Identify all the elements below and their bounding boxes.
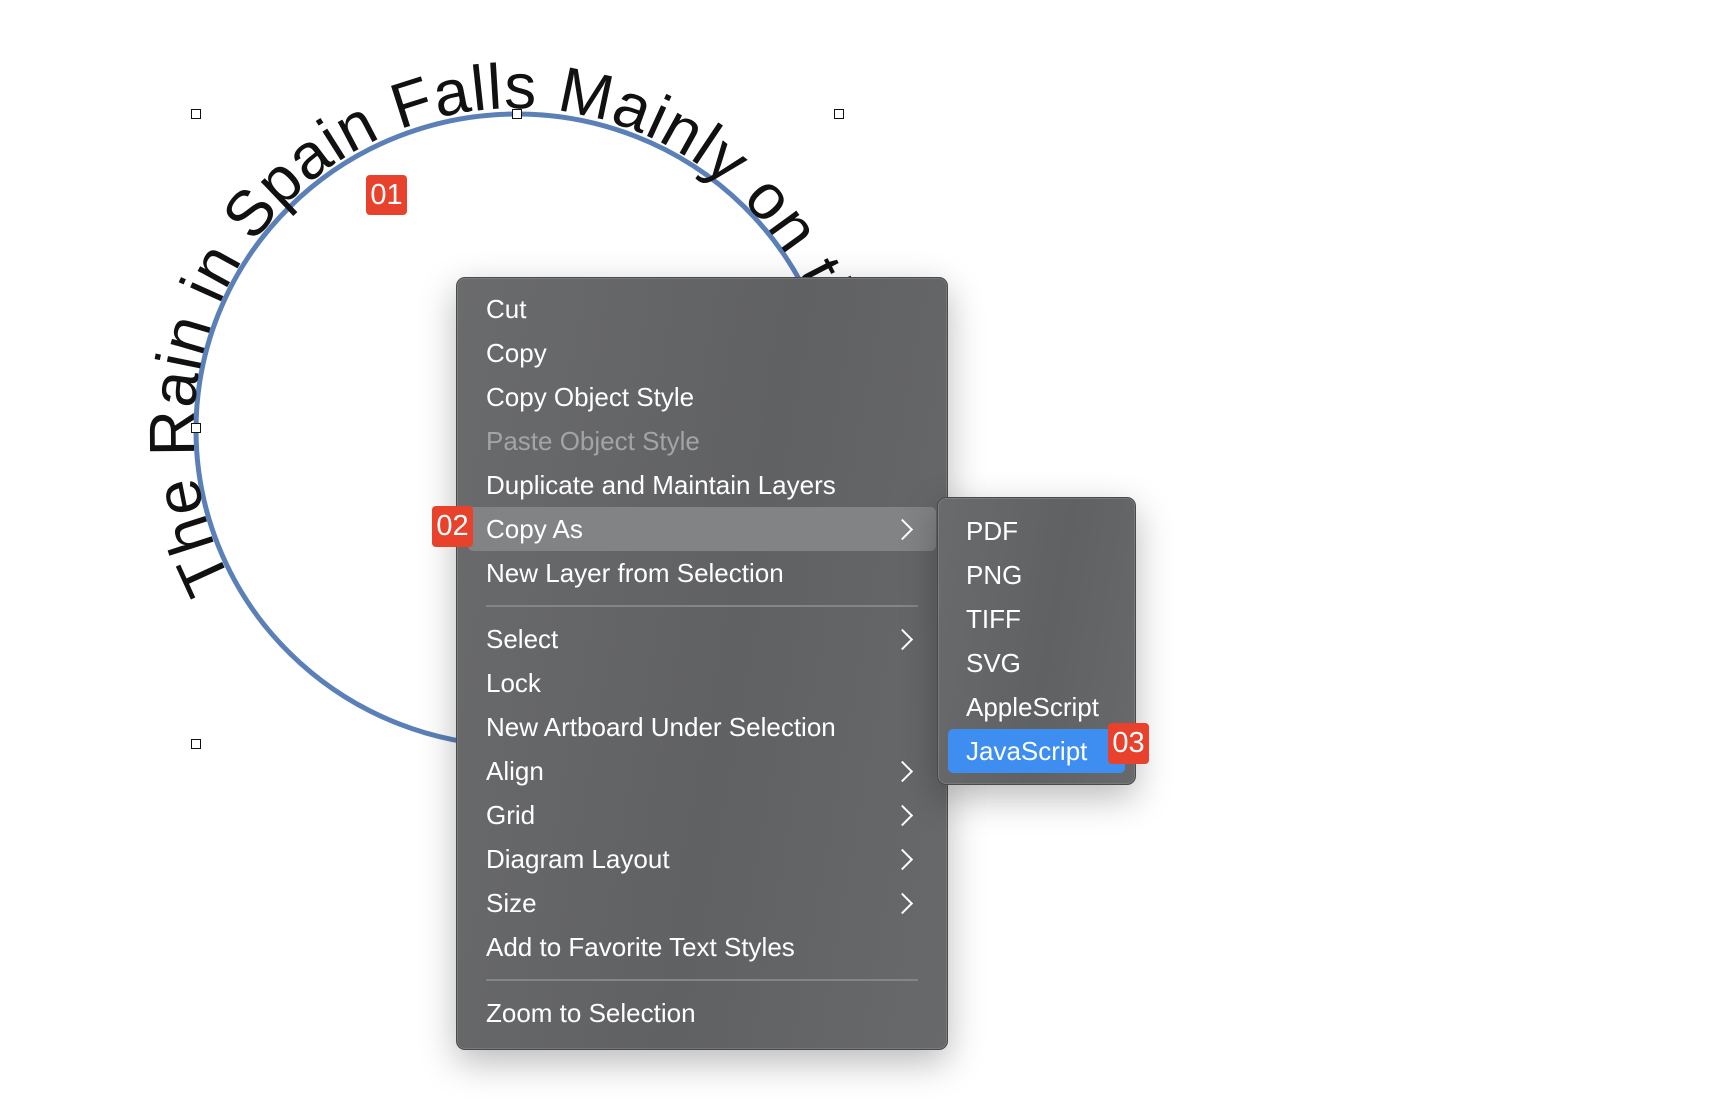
menu-separator — [468, 595, 936, 617]
menu-item-label: Grid — [486, 799, 536, 830]
menu-item-label: Zoom to Selection — [486, 997, 696, 1028]
submenu-item-applescript[interactable]: AppleScript — [948, 685, 1125, 729]
menu-item-label: PNG — [966, 559, 1023, 590]
menu-item-label: Paste Object Style — [486, 425, 700, 456]
selection-handle-middle-left[interactable] — [191, 423, 201, 433]
menu-item-label: New Artboard Under Selection — [486, 711, 836, 742]
menu-item-cut[interactable]: Cut — [468, 287, 936, 331]
chevron-right-icon — [891, 848, 914, 870]
menu-item-label: Copy As — [486, 513, 583, 544]
selection-handle-top-middle[interactable] — [512, 109, 522, 119]
chevron-right-icon — [891, 892, 914, 914]
menu-item-label: Duplicate and Maintain Layers — [486, 469, 836, 500]
submenu-item-tiff[interactable]: TIFF — [948, 597, 1125, 641]
menu-item-size[interactable]: Size — [468, 881, 936, 925]
menu-separator — [468, 969, 936, 991]
menu-item-lock[interactable]: Lock — [468, 661, 936, 705]
chevron-right-icon — [891, 628, 914, 650]
menu-item-copy[interactable]: Copy — [468, 331, 936, 375]
copy-as-submenu: PDF PNG TIFF SVG AppleScript JavaScript — [937, 497, 1136, 785]
menu-item-add-to-favorite-text-styles[interactable]: Add to Favorite Text Styles — [468, 925, 936, 969]
menu-item-label: Select — [486, 623, 559, 654]
submenu-item-png[interactable]: PNG — [948, 553, 1125, 597]
menu-item-label: Copy — [486, 337, 547, 368]
chevron-right-icon — [891, 804, 914, 826]
menu-item-new-layer-from-selection[interactable]: New Layer from Selection — [468, 551, 936, 595]
menu-item-label: Lock — [486, 667, 541, 698]
chevron-right-icon — [891, 760, 914, 782]
menu-item-label: PDF — [966, 515, 1018, 546]
selection-handle-bottom-left[interactable] — [191, 739, 201, 749]
menu-item-new-artboard-under-selection[interactable]: New Artboard Under Selection — [468, 705, 936, 749]
menu-item-diagram-layout[interactable]: Diagram Layout — [468, 837, 936, 881]
chevron-right-icon — [891, 518, 914, 540]
annotation-badge-02: 02 — [432, 506, 473, 547]
selection-handle-top-right[interactable] — [834, 109, 844, 119]
annotation-badge-03: 03 — [1108, 723, 1149, 764]
menu-item-label: SVG — [966, 647, 1021, 678]
menu-item-grid[interactable]: Grid — [468, 793, 936, 837]
menu-item-label: New Layer from Selection — [486, 557, 784, 588]
submenu-item-javascript[interactable]: JavaScript — [948, 729, 1125, 773]
menu-item-copy-object-style[interactable]: Copy Object Style — [468, 375, 936, 419]
menu-item-label: Size — [486, 887, 537, 918]
menu-item-label: TIFF — [966, 603, 1021, 634]
selection-handle-top-left[interactable] — [191, 109, 201, 119]
menu-item-label: Add to Favorite Text Styles — [486, 931, 795, 962]
annotation-badge-01: 01 — [366, 175, 407, 215]
menu-item-label: JavaScript — [966, 735, 1088, 766]
menu-item-zoom-to-selection[interactable]: Zoom to Selection — [468, 991, 936, 1035]
menu-item-select[interactable]: Select — [468, 617, 936, 661]
context-menu: Cut Copy Copy Object Style Paste Object … — [456, 277, 948, 1050]
menu-item-copy-as[interactable]: Copy As — [468, 507, 936, 551]
menu-item-label: Align — [486, 755, 544, 786]
menu-item-label: Diagram Layout — [486, 843, 670, 874]
submenu-item-pdf[interactable]: PDF — [948, 509, 1125, 553]
menu-item-label: AppleScript — [966, 691, 1099, 722]
menu-item-paste-object-style: Paste Object Style — [468, 419, 936, 463]
menu-item-duplicate-and-maintain-layers[interactable]: Duplicate and Maintain Layers — [468, 463, 936, 507]
menu-item-label: Cut — [486, 293, 527, 324]
menu-item-align[interactable]: Align — [468, 749, 936, 793]
menu-item-label: Copy Object Style — [486, 381, 695, 412]
submenu-item-svg[interactable]: SVG — [948, 641, 1125, 685]
